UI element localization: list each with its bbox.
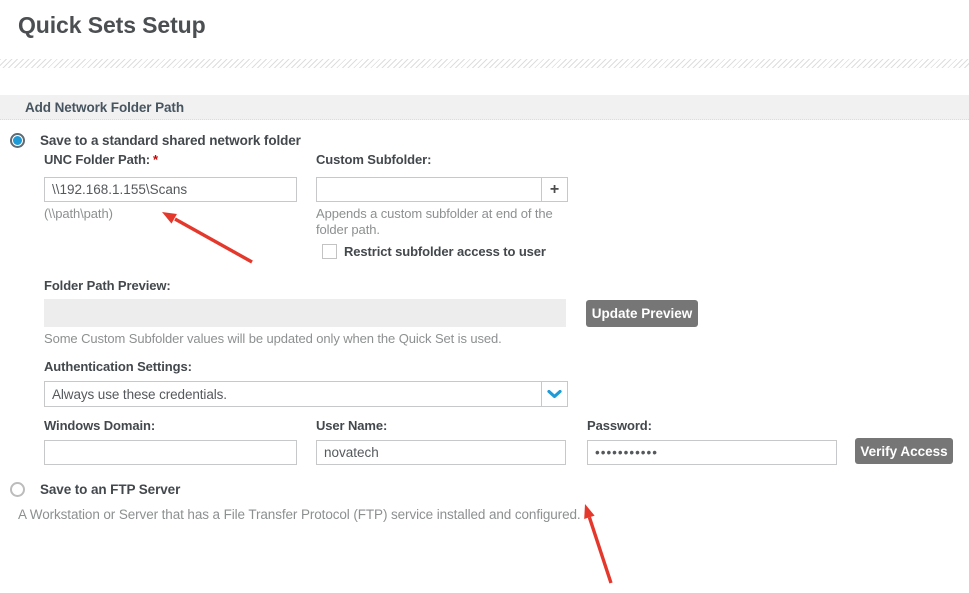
custom-subfolder-group: + bbox=[316, 177, 568, 202]
radio-standard-network-folder-label: Save to a standard shared network folder bbox=[40, 133, 301, 148]
authentication-settings-select[interactable]: Always use these credentials. bbox=[44, 381, 568, 407]
section-header-bar: Add Network Folder Path bbox=[0, 95, 969, 120]
radio-selected-icon[interactable] bbox=[10, 133, 25, 148]
windows-domain-label: Windows Domain: bbox=[44, 418, 155, 433]
radio-standard-network-folder[interactable]: Save to a standard shared network folder bbox=[10, 133, 301, 148]
update-preview-button[interactable]: Update Preview bbox=[586, 300, 698, 327]
restrict-subfolder-checkbox[interactable] bbox=[322, 244, 337, 259]
custom-subfolder-hint: Appends a custom subfolder at end of the… bbox=[316, 206, 568, 238]
authentication-selected-value: Always use these credentials. bbox=[45, 382, 541, 406]
radio-unselected-icon[interactable] bbox=[10, 482, 25, 497]
windows-domain-input[interactable] bbox=[44, 440, 297, 465]
restrict-subfolder-label: Restrict subfolder access to user bbox=[344, 244, 546, 259]
radio-ftp-server-label: Save to an FTP Server bbox=[40, 482, 180, 497]
restrict-subfolder-row: Restrict subfolder access to user bbox=[322, 244, 546, 259]
unc-path-hint: (\\path\path) bbox=[44, 206, 113, 222]
password-input[interactable] bbox=[587, 440, 837, 465]
password-label: Password: bbox=[587, 418, 652, 433]
unc-folder-path-input[interactable] bbox=[44, 177, 297, 202]
preview-note: Some Custom Subfolder values will be upd… bbox=[44, 331, 644, 347]
chevron-down-icon[interactable] bbox=[541, 382, 567, 406]
user-name-label: User Name: bbox=[316, 418, 387, 433]
authentication-settings-label: Authentication Settings: bbox=[44, 359, 192, 374]
verify-access-button[interactable]: Verify Access bbox=[855, 438, 953, 464]
unc-folder-path-label: UNC Folder Path:* bbox=[44, 152, 158, 167]
annotation-arrow-unc-path bbox=[162, 212, 252, 262]
radio-ftp-server[interactable]: Save to an FTP Server bbox=[10, 482, 180, 497]
custom-subfolder-label: Custom Subfolder: bbox=[316, 152, 431, 167]
required-asterisk: * bbox=[153, 152, 158, 167]
page-title: Quick Sets Setup bbox=[18, 12, 206, 39]
quick-sets-setup-page: Quick Sets Setup Add Network Folder Path… bbox=[0, 0, 969, 593]
section-header-label: Add Network Folder Path bbox=[25, 100, 184, 115]
hatched-divider bbox=[0, 59, 969, 68]
folder-path-preview-field bbox=[44, 299, 566, 327]
folder-path-preview-label: Folder Path Preview: bbox=[44, 278, 171, 293]
ftp-description: A Workstation or Server that has a File … bbox=[18, 507, 738, 523]
custom-subfolder-input[interactable] bbox=[317, 178, 541, 201]
annotation-arrows bbox=[0, 0, 969, 593]
user-name-input[interactable] bbox=[316, 440, 566, 465]
plus-icon: + bbox=[550, 181, 559, 199]
add-subfolder-button[interactable]: + bbox=[541, 178, 567, 201]
